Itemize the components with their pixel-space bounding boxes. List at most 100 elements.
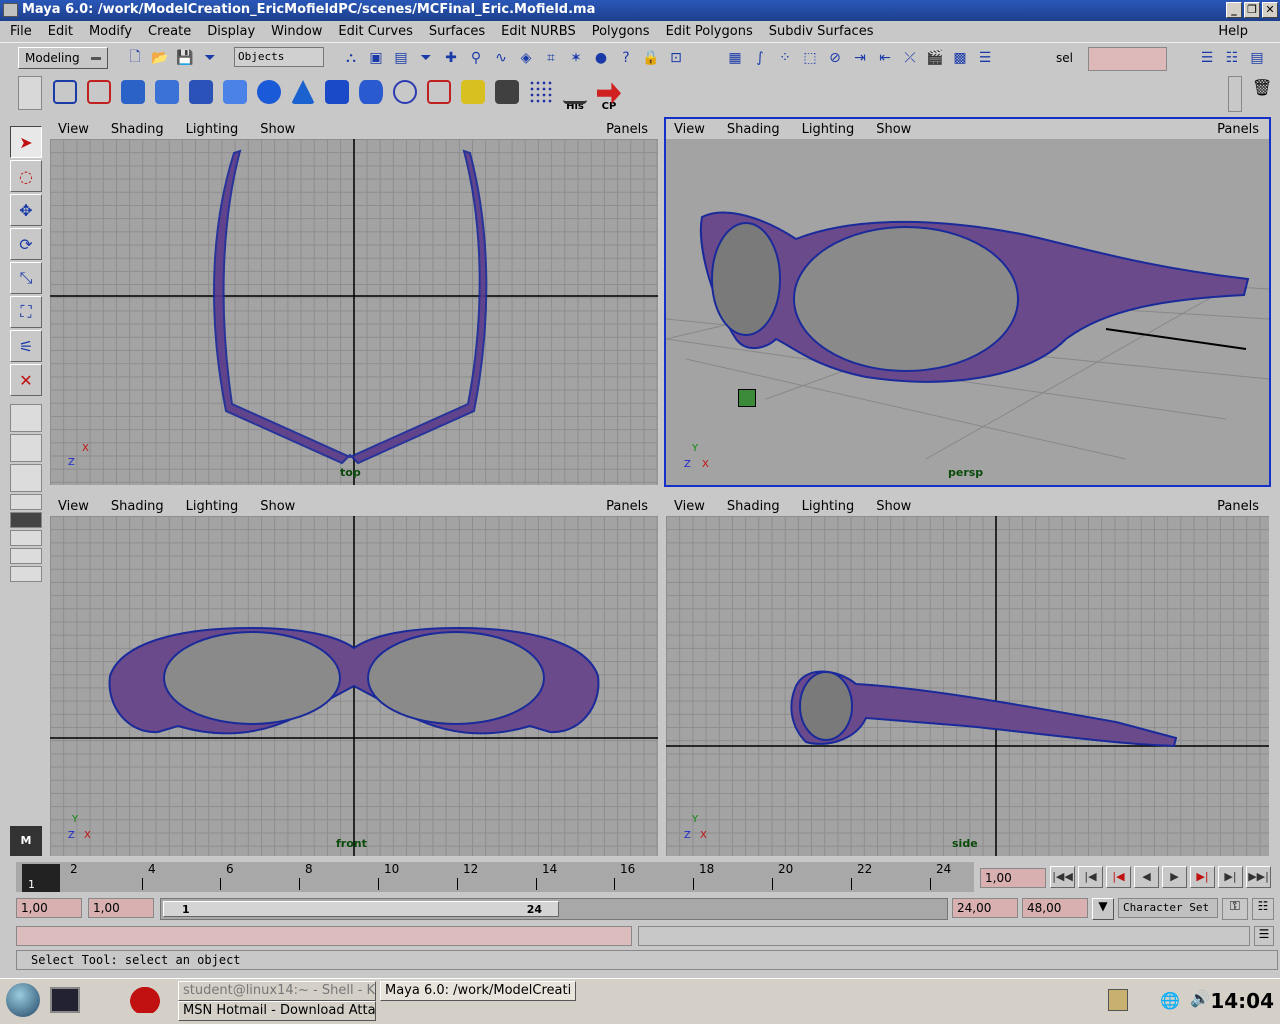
menu-modify[interactable]: Modify <box>89 24 132 39</box>
viewport-menu-panels[interactable]: Panels <box>1217 122 1259 137</box>
network-tray-icon[interactable]: 🌐 <box>1160 991 1186 1011</box>
snap-to-grid-icon[interactable]: ▦ <box>724 47 746 69</box>
loft-icon[interactable] <box>152 78 182 112</box>
ipr-render-icon[interactable]: ▩ <box>949 47 971 69</box>
layout-persp-outliner-icon[interactable] <box>10 464 42 492</box>
quick-selection-field[interactable] <box>1088 47 1167 71</box>
go-to-start-button[interactable]: |◀◀ <box>1050 866 1075 888</box>
snap-to-point-icon[interactable]: ⁘ <box>774 47 796 69</box>
selection-mask-dropdown-icon[interactable]: ⏷ <box>199 47 221 69</box>
ep-curve-tool-icon[interactable] <box>84 78 114 112</box>
step-back-frame-button[interactable]: |◀ <box>1078 866 1103 888</box>
menu-create[interactable]: Create <box>148 24 191 39</box>
shelf-scroll[interactable] <box>1228 76 1242 112</box>
viewport-menu-lighting[interactable]: Lighting <box>186 499 239 514</box>
viewport-canvas[interactable]: Y Z X persp <box>666 139 1269 485</box>
viewport-menu-lighting[interactable]: Lighting <box>802 122 855 137</box>
save-scene-icon[interactable]: 💾 <box>174 47 196 69</box>
menu-polygons[interactable]: Polygons <box>592 24 650 39</box>
nurbs-cone-icon[interactable] <box>288 78 318 112</box>
go-to-end-button[interactable]: ▶▶| <box>1246 866 1271 888</box>
planar-icon[interactable] <box>220 78 250 112</box>
maximize-button[interactable]: ❐ <box>1244 2 1260 18</box>
time-slider[interactable]: 1 2 4 6 8 10 12 14 16 18 20 22 24 <box>16 862 974 892</box>
globe-launcher-icon[interactable] <box>6 983 40 1017</box>
revolve-icon[interactable] <box>118 78 148 112</box>
viewport-menu-view[interactable]: View <box>674 122 705 137</box>
soft-mod-tool-icon[interactable]: ⚟ <box>10 330 42 362</box>
make-live-icon[interactable]: ⊘ <box>824 47 846 69</box>
viewport-canvas[interactable]: Y Z X side <box>666 516 1269 856</box>
select-by-hierarchy-icon[interactable]: ⛬ <box>340 47 362 69</box>
viewport-menu-panels[interactable]: Panels <box>606 122 648 137</box>
render-frame-icon[interactable]: 🎬 <box>924 47 946 69</box>
camera-icon[interactable] <box>492 78 522 112</box>
quick-selection-label[interactable]: sel <box>1056 51 1073 65</box>
channel-box-toggle-icon[interactable]: ☷ <box>1221 47 1243 69</box>
cv-curve-tool-icon[interactable] <box>50 78 80 112</box>
viewport-persp[interactable]: View Shading Lighting Show Panels Y Z X … <box>664 117 1271 487</box>
extrude-icon[interactable] <box>186 78 216 112</box>
play-forwards-button[interactable]: ▶ <box>1162 866 1187 888</box>
scale-tool-icon[interactable]: ⤡ <box>10 262 42 294</box>
viewport-top[interactable]: View Shading Lighting Show Panels Z X to… <box>48 117 660 487</box>
select-by-object-icon[interactable]: ▣ <box>365 47 387 69</box>
viewport-front[interactable]: View Shading Lighting Show Panels Y Z X … <box>48 494 660 858</box>
playback-end-field[interactable]: 24,00 <box>952 898 1018 918</box>
menu-file[interactable]: File <box>10 24 32 39</box>
current-frame-marker[interactable]: 1 <box>22 864 60 892</box>
terminal-launcher-icon[interactable] <box>50 987 80 1013</box>
render-globals-icon[interactable]: ☰ <box>974 47 996 69</box>
menu-edit[interactable]: Edit <box>48 24 73 39</box>
auto-key-icon[interactable]: ⚿ <box>1222 898 1248 920</box>
render-mask-icon[interactable]: ● <box>590 47 612 69</box>
viewport-menu-shading[interactable]: Shading <box>111 499 164 514</box>
select-tool-icon[interactable]: ➤ <box>10 126 42 158</box>
menu-edit-nurbs[interactable]: Edit NURBS <box>501 24 576 39</box>
viewport-menu-shading[interactable]: Shading <box>727 499 780 514</box>
animation-start-field[interactable]: 1,00 <box>16 898 82 918</box>
selection-mode-field[interactable]: Objects <box>234 47 324 67</box>
character-set-field[interactable]: Character Set <box>1118 898 1218 918</box>
layout-single-icon[interactable] <box>10 404 42 432</box>
viewport-menu-lighting[interactable]: Lighting <box>802 499 855 514</box>
output-ops-icon[interactable]: ⇤ <box>874 47 896 69</box>
viewport-menu-view[interactable]: View <box>58 122 89 137</box>
joint-tool-icon[interactable] <box>390 78 420 112</box>
close-button[interactable]: ✕ <box>1262 2 1278 18</box>
viewport-menu-lighting[interactable]: Lighting <box>186 122 239 137</box>
viewport-menu-panels[interactable]: Panels <box>1217 499 1259 514</box>
deformer-mask-icon[interactable]: ⌗ <box>540 47 562 69</box>
viewport-menu-show[interactable]: Show <box>260 499 295 514</box>
step-back-key-button[interactable]: |◀ <box>1106 866 1131 888</box>
viewport-side[interactable]: View Shading Lighting Show Panels Y Z X … <box>664 494 1271 858</box>
current-time-field[interactable]: 1,00 <box>980 868 1046 888</box>
history-icon[interactable]: His <box>560 78 590 112</box>
shelf-tab-menu[interactable] <box>18 76 42 110</box>
menu-display[interactable]: Display <box>207 24 255 39</box>
clipboard-tray-icon[interactable] <box>1108 989 1128 1011</box>
layout-custom-1-icon[interactable] <box>10 566 42 582</box>
open-scene-icon[interactable]: 📂 <box>149 47 171 69</box>
particle-icon[interactable] <box>526 78 556 112</box>
menu-edit-polygons[interactable]: Edit Polygons <box>666 24 753 39</box>
menu-help[interactable]: Help <box>1218 24 1248 39</box>
viewport-menu-show[interactable]: Show <box>876 122 911 137</box>
menu-surfaces[interactable]: Surfaces <box>429 24 485 39</box>
manipulator-tool-icon[interactable]: ⛶ <box>10 296 42 328</box>
menu-edit-curves[interactable]: Edit Curves <box>338 24 412 39</box>
command-line-input[interactable] <box>16 926 632 946</box>
select-by-component-icon[interactable]: ▤ <box>390 47 412 69</box>
viewport-menu-shading[interactable]: Shading <box>727 122 780 137</box>
lasso-tool-icon[interactable]: ◌ <box>10 160 42 192</box>
construction-history-icon[interactable]: ⤫ <box>899 47 921 69</box>
viewport-menu-show[interactable]: Show <box>260 122 295 137</box>
redhat-menu-icon[interactable] <box>126 983 164 1013</box>
nurbs-cube-icon[interactable] <box>322 78 352 112</box>
viewport-canvas[interactable]: Y Z X front <box>50 516 658 856</box>
task-hotmail[interactable]: MSN Hotmail - Download Atta <box>178 1001 376 1021</box>
curve-mask-icon[interactable]: ∿ <box>490 47 512 69</box>
layout-persp-graph-icon[interactable] <box>10 494 42 510</box>
viewport-menu-show[interactable]: Show <box>876 499 911 514</box>
joint-mask-icon[interactable]: ⚲ <box>465 47 487 69</box>
